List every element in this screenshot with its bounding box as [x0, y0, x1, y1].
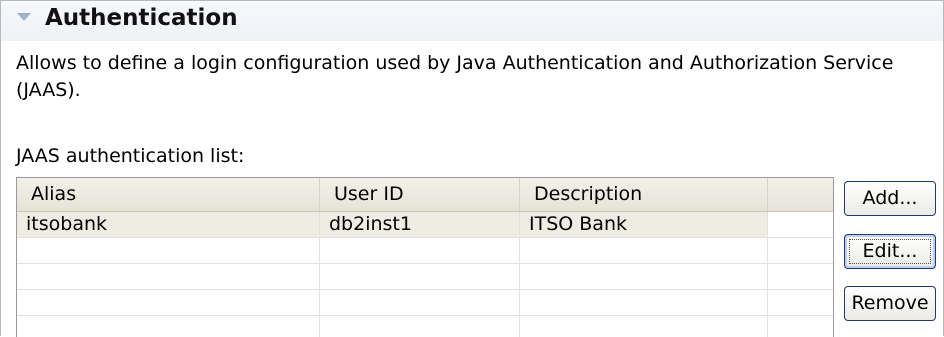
cell-user-id [320, 264, 520, 289]
edit-button[interactable]: Edit... [844, 234, 936, 269]
cell-user-id [320, 238, 520, 263]
table-row[interactable] [17, 316, 833, 337]
section-header[interactable]: Authentication [1, 1, 943, 41]
cell-alias [17, 316, 320, 337]
table-row[interactable] [17, 290, 833, 316]
cell-description: ITSO Bank [520, 212, 768, 237]
column-header-user-id[interactable]: User ID [320, 178, 520, 211]
section-title: Authentication [45, 5, 238, 31]
edit-button-label: Edit... [862, 240, 918, 262]
column-header-alias[interactable]: Alias [17, 178, 320, 211]
cell-alias [17, 238, 320, 263]
add-button[interactable]: Add... [844, 181, 936, 216]
jaas-authentication-table[interactable]: Alias User ID Description itsobank db2in… [16, 177, 834, 337]
cell-filler [768, 264, 833, 289]
cell-filler [768, 290, 833, 315]
twistie-expanded-icon[interactable] [17, 13, 31, 21]
remove-button[interactable]: Remove [844, 286, 936, 321]
cell-description [520, 238, 768, 263]
jaas-list-label: JAAS authentication list: [16, 145, 245, 167]
table-row[interactable] [17, 264, 833, 290]
cell-alias [17, 264, 320, 289]
cell-user-id [320, 290, 520, 315]
cell-filler [768, 212, 833, 237]
cell-description [520, 264, 768, 289]
section-description: Allows to define a login configuration u… [16, 52, 894, 101]
column-header-description[interactable]: Description [520, 178, 768, 211]
column-header-filler [768, 178, 833, 211]
cell-user-id [320, 316, 520, 337]
cell-filler [768, 316, 833, 337]
cell-description [520, 290, 768, 315]
cell-filler [768, 238, 833, 263]
cell-user-id: db2inst1 [320, 212, 520, 237]
cell-alias: itsobank [17, 212, 320, 237]
table-row[interactable]: itsobank db2inst1 ITSO Bank [17, 212, 833, 238]
cell-description [520, 316, 768, 337]
cell-alias [17, 290, 320, 315]
table-header: Alias User ID Description [17, 178, 833, 212]
table-row[interactable] [17, 238, 833, 264]
